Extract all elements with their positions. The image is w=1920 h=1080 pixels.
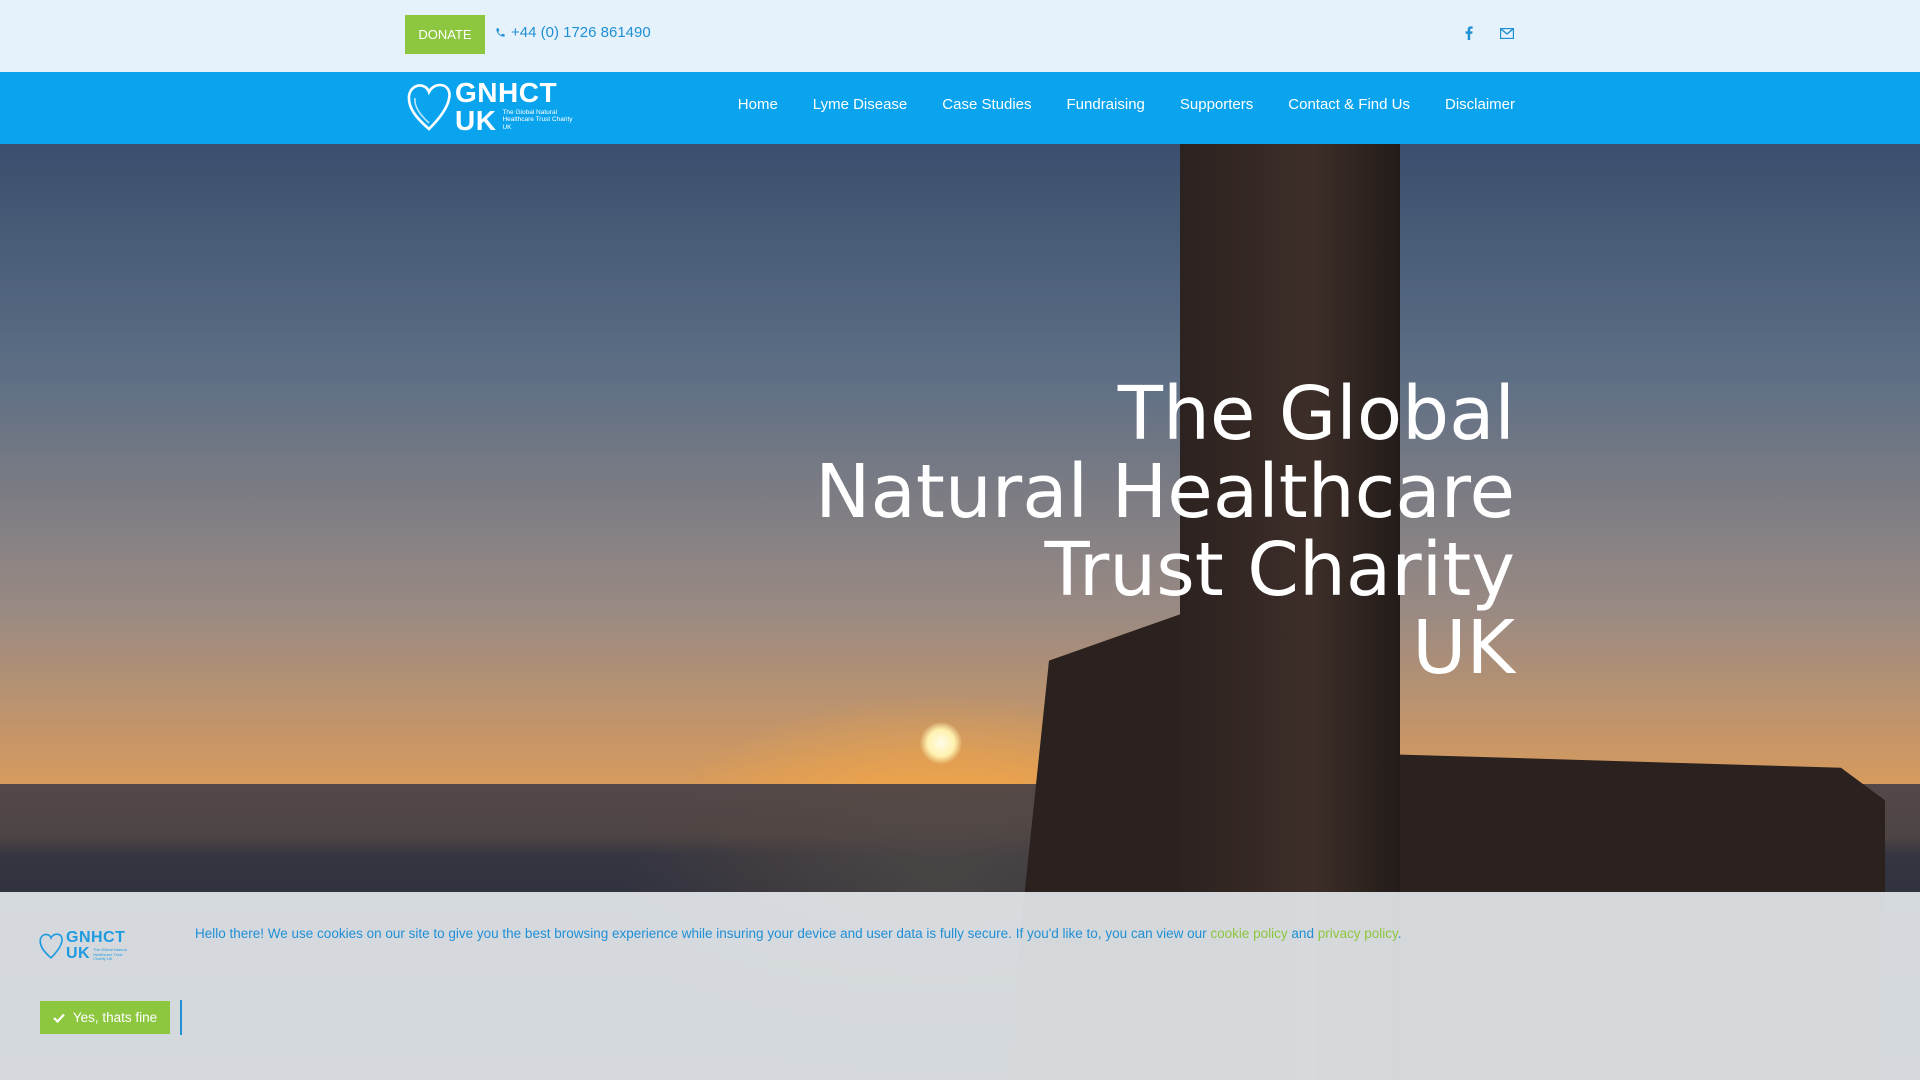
phone-number: +44 (0) 1726 861490 xyxy=(511,24,651,41)
cookie-text-and: and xyxy=(1287,926,1318,941)
cookie-logo-subtitle: The Global Natural Healthcare Trust Char… xyxy=(93,947,127,962)
nav-disclaimer[interactable]: Disclaimer xyxy=(1445,96,1515,113)
nav-home[interactable]: Home xyxy=(738,96,778,113)
phone-icon xyxy=(496,28,505,37)
cookie-divider xyxy=(180,1000,182,1035)
site-logo[interactable]: GNHCT UK The Global Natural Healthcare T… xyxy=(405,77,580,136)
logo-line2: UK xyxy=(455,105,497,136)
nav-case-studies[interactable]: Case Studies xyxy=(942,96,1031,113)
heart-logo-icon xyxy=(407,83,451,131)
cookie-logo-line1: GNHCT xyxy=(66,929,126,946)
heart-logo-icon xyxy=(39,933,63,959)
nav-fundraising[interactable]: Fundraising xyxy=(1067,96,1145,113)
cookie-logo-line2: UK xyxy=(66,945,91,962)
cookie-text-main: Hello there! We use cookies on our site … xyxy=(195,926,1211,941)
facebook-link[interactable] xyxy=(1456,20,1482,46)
top-bar xyxy=(0,0,1920,72)
hero-title-line1: The Global xyxy=(1117,371,1515,457)
cookie-accept-label: Yes, thats fine xyxy=(72,1010,158,1025)
facebook-icon xyxy=(1465,26,1473,40)
check-icon xyxy=(53,1013,65,1023)
cookie-message: Hello there! We use cookies on our site … xyxy=(195,926,1402,941)
hero-title: The Global Natural Healthcare Trust Char… xyxy=(815,375,1515,687)
cookie-banner xyxy=(0,892,1920,1080)
nav-lyme-disease[interactable]: Lyme Disease xyxy=(813,96,907,113)
cookie-policy-link[interactable]: cookie policy xyxy=(1210,926,1287,941)
cookie-accept-button[interactable]: Yes, thats fine xyxy=(40,1001,170,1034)
logo-line1: GNHCT xyxy=(455,77,558,108)
nav-contact[interactable]: Contact & Find Us xyxy=(1288,96,1410,113)
email-icon xyxy=(1500,27,1514,39)
hero-title-line4: UK xyxy=(1412,605,1515,691)
donate-button[interactable]: DONATE xyxy=(405,15,485,54)
logo-subtitle: The Global Natural Healthcare Trust Char… xyxy=(502,109,573,131)
hero-title-line2: Natural Healthcare xyxy=(815,449,1515,535)
cookie-text-period: . xyxy=(1397,926,1402,941)
nav-supporters[interactable]: Supporters xyxy=(1180,96,1253,113)
hero-sun xyxy=(920,722,962,764)
privacy-policy-link[interactable]: privacy policy xyxy=(1318,926,1398,941)
email-link[interactable] xyxy=(1494,20,1520,46)
cookie-logo: GNHCT UK The Global Natural Healthcare T… xyxy=(38,928,143,964)
phone-link[interactable]: +44 (0) 1726 861490 xyxy=(495,24,651,41)
hero-title-line3: Trust Charity xyxy=(1044,527,1515,613)
main-nav: Home Lyme Disease Case Studies Fundraisi… xyxy=(703,96,1515,113)
